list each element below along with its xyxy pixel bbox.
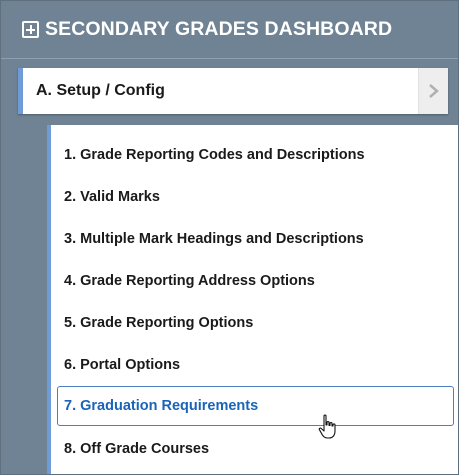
dashboard-panel: SECONDARY GRADES DASHBOARD A. Setup / Co… [0,0,459,475]
submenu-item-graduation-requirements[interactable]: 7. Graduation Requirements [57,386,454,426]
hand-pointer-icon [318,414,336,439]
dashboard-header[interactable]: SECONDARY GRADES DASHBOARD [1,1,458,59]
section-label: A. Setup / Config [36,82,165,99]
dashboard-title: SECONDARY GRADES DASHBOARD [45,18,393,40]
chevron-right-icon[interactable] [418,68,448,114]
submenu-item-grade-reporting-codes[interactable]: 1. Grade Reporting Codes and Description… [58,138,453,172]
setup-submenu: 1. Grade Reporting Codes and Description… [47,125,458,474]
section-setup-config[interactable]: A. Setup / Config [18,68,448,114]
submenu-item-address-options[interactable]: 4. Grade Reporting Address Options [58,264,453,298]
submenu-item-portal-options[interactable]: 6. Portal Options [58,348,453,382]
plus-box-icon[interactable] [22,21,39,38]
submenu-item-valid-marks[interactable]: 2. Valid Marks [58,180,453,214]
submenu-item-multiple-mark-headings[interactable]: 3. Multiple Mark Headings and Descriptio… [58,222,453,256]
submenu-item-off-grade-courses[interactable]: 8. Off Grade Courses [58,432,453,466]
submenu-item-grade-reporting-options[interactable]: 5. Grade Reporting Options [58,306,453,340]
